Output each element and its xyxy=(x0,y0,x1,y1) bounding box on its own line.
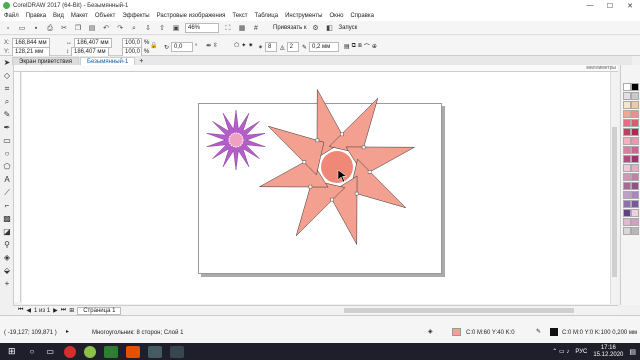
outline-pen-status-icon: ✎ xyxy=(536,329,542,335)
selection-node[interactable] xyxy=(302,160,307,164)
palette-swatch[interactable] xyxy=(623,83,631,91)
selection-node[interactable] xyxy=(354,191,359,196)
last-page-icon[interactable]: ⏭ xyxy=(61,307,66,314)
next-page-icon[interactable]: ▶ xyxy=(53,307,58,314)
palette-swatch[interactable] xyxy=(623,218,631,226)
color-palette xyxy=(620,65,640,305)
palette-swatch[interactable] xyxy=(631,182,639,190)
palette-swatch[interactable] xyxy=(623,101,631,109)
palette-swatch[interactable] xyxy=(631,218,639,226)
palette-swatch[interactable] xyxy=(631,173,639,181)
selection-node[interactable] xyxy=(340,132,344,137)
selection-node[interactable] xyxy=(308,184,313,189)
palette-swatch[interactable] xyxy=(623,92,631,100)
status-bar: ( -19,127; 109,871 ) ▸ Многоугольник: 8 … xyxy=(0,315,640,343)
selection-node[interactable] xyxy=(330,197,334,202)
object-info: Многоугольник: 8 сторон; Слой 1 xyxy=(92,330,184,336)
clock-date: 15.12.2020 xyxy=(593,351,624,358)
star-core xyxy=(321,151,353,183)
horizontal-scrollbar[interactable] xyxy=(344,308,574,313)
palette-swatch[interactable] xyxy=(623,146,631,154)
palette-swatch[interactable] xyxy=(631,200,639,208)
status-arrow-icon: ▸ xyxy=(66,329,70,335)
selection-node[interactable] xyxy=(315,138,320,143)
clock-time: 17:16 xyxy=(600,344,616,351)
palette-swatch[interactable] xyxy=(631,101,639,109)
palette-swatch[interactable] xyxy=(623,110,631,118)
page-tab-1[interactable]: Страница 1 xyxy=(77,306,122,315)
fill-color-swatch[interactable] xyxy=(452,328,461,336)
palette-swatch[interactable] xyxy=(631,110,639,118)
camtasia-taskbar-icon[interactable] xyxy=(103,345,118,358)
system-clock[interactable]: 17:16 15.12.2020 xyxy=(593,345,629,359)
palette-swatch[interactable] xyxy=(631,164,639,172)
palette-swatch[interactable] xyxy=(631,209,639,217)
coreldraw-taskbar-icon[interactable] xyxy=(83,345,96,358)
prev-page-icon[interactable]: ◀ xyxy=(26,307,31,314)
notifications-icon[interactable]: ▤ xyxy=(629,348,636,356)
palette-swatch[interactable] xyxy=(631,137,639,145)
opera-browser-icon[interactable] xyxy=(63,345,76,358)
tray-icons[interactable]: ⌃ ▭ ♪ xyxy=(552,348,569,355)
palette-swatch[interactable] xyxy=(623,173,631,181)
palette-swatch[interactable] xyxy=(631,146,639,154)
palette-swatch[interactable] xyxy=(631,128,639,136)
palette-swatch[interactable] xyxy=(623,155,631,163)
windows-taskbar: ⊞ ○ ▭ ⌃ ▭ ♪ РУС 17:16 15.12.2020 ▤ xyxy=(0,343,640,360)
small-star-shape[interactable] xyxy=(206,109,266,171)
page-navigator: ⏮ ◀ 1 из 1 ▶ ⏭ ⊞ Страница 1 xyxy=(14,305,618,315)
palette-swatch[interactable] xyxy=(623,164,631,172)
palette-swatch[interactable] xyxy=(631,83,639,91)
cursor-coordinates: ( -19,127; 109,871 ) xyxy=(4,330,57,336)
fill-icon: ◈ xyxy=(428,329,433,335)
task-view-icon[interactable]: ▭ xyxy=(46,347,54,356)
palette-swatch[interactable] xyxy=(623,209,631,217)
taskbar-search-icon[interactable]: ○ xyxy=(30,347,35,356)
page-count: 1 из 1 xyxy=(34,307,51,314)
palette-swatch[interactable] xyxy=(623,227,631,235)
palette-swatch[interactable] xyxy=(623,128,631,136)
outline-color-swatch[interactable] xyxy=(550,328,558,336)
palette-swatch[interactable] xyxy=(631,92,639,100)
palette-swatch[interactable] xyxy=(623,137,631,145)
add-page-icon[interactable]: ⊞ xyxy=(69,307,74,314)
first-page-icon[interactable]: ⏮ xyxy=(18,307,23,314)
large-star-shape[interactable] xyxy=(258,88,416,246)
fill-color-value: C:0 M:60 Y:40 K:0 xyxy=(466,330,515,336)
windows-start-icon[interactable]: ⊞ xyxy=(8,346,16,357)
palette-swatch[interactable] xyxy=(623,191,631,199)
vertical-scrollbar[interactable] xyxy=(610,72,618,304)
palette-swatch[interactable] xyxy=(631,227,639,235)
palette-swatch[interactable] xyxy=(631,191,639,199)
palette-swatch[interactable] xyxy=(623,200,631,208)
palette-swatch[interactable] xyxy=(631,119,639,127)
app-taskbar-icon[interactable] xyxy=(125,345,140,358)
input-language[interactable]: РУС xyxy=(575,349,587,355)
vertical-scroll-thumb[interactable] xyxy=(612,127,617,277)
selection-node[interactable] xyxy=(361,145,366,150)
outline-color-value: C:0 M:0 Y:0 K:100 0,200 мм xyxy=(562,330,638,336)
palette-swatch[interactable] xyxy=(623,182,631,190)
palette-swatch[interactable] xyxy=(623,119,631,127)
folder-taskbar-icon[interactable] xyxy=(169,345,184,358)
selection-node[interactable] xyxy=(367,170,372,174)
screen-recorder-taskbar-icon[interactable] xyxy=(147,345,162,358)
palette-swatch[interactable] xyxy=(631,155,639,163)
